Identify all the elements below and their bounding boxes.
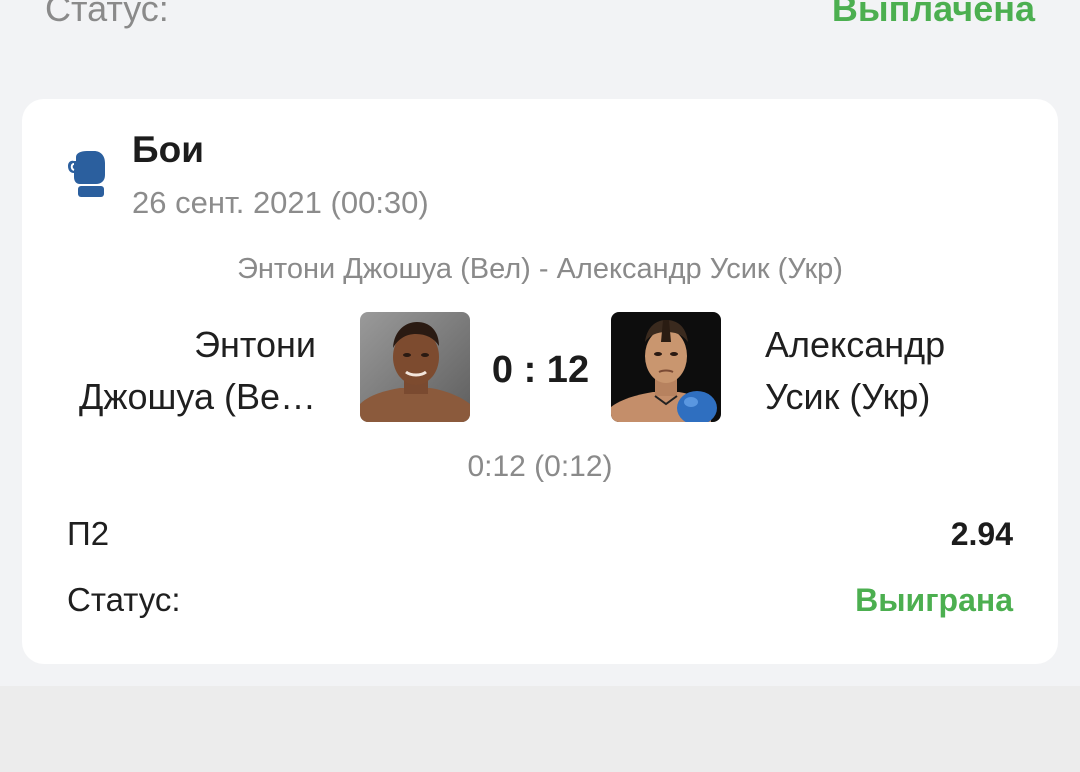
bet-card: Бои 26 сент. 2021 (00:30) Энтони Джошуа …: [22, 99, 1058, 664]
status-label: Статус:: [67, 581, 181, 618]
bet-odds: 2.94: [950, 516, 1013, 552]
previous-status-value: Выплачена: [831, 0, 1035, 29]
bottom-area: [0, 686, 1080, 772]
team-right-name-line2: Усик (Укр): [765, 376, 931, 417]
team-left-name: Энтони Джошуа (Ве…: [62, 319, 316, 423]
team-right-name-line1: Александр: [765, 324, 946, 365]
match-name: Энтони Джошуа (Вел) - Александр Усик (Ук…: [237, 253, 843, 285]
team-left-avatar: [360, 312, 470, 422]
score-detail: 0:12 (0:12): [467, 450, 613, 483]
score: 0 : 12: [491, 349, 590, 391]
previous-status-label: Статус:: [45, 0, 169, 29]
sport-title: Бои: [132, 129, 204, 170]
event-date: 26 сент. 2021 (00:30): [132, 185, 429, 220]
team-left-name-line1: Энтони: [194, 324, 316, 365]
status-value: Выиграна: [855, 582, 1013, 618]
bet-outcome: П2: [67, 515, 110, 552]
team-left-name-line2: Джошуа (Ве…: [78, 376, 316, 417]
boxing-glove-icon: [68, 151, 108, 199]
team-right-avatar: [611, 312, 721, 422]
team-right-name: Александр Усик (Укр): [765, 319, 1025, 423]
